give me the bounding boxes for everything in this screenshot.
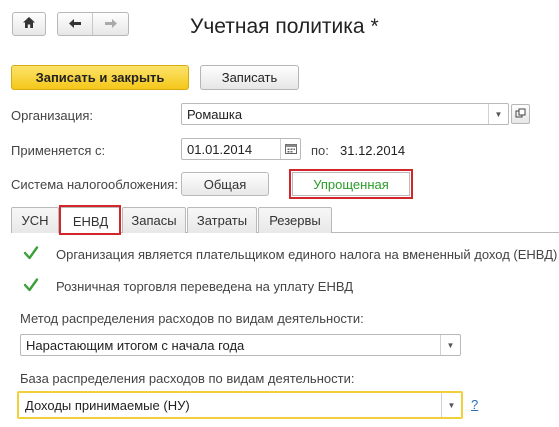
- tax-system-option-general[interactable]: Общая: [181, 172, 269, 196]
- page-title: Учетная политика *: [190, 15, 379, 38]
- tab-usn[interactable]: УСН: [11, 207, 59, 233]
- tab-costs[interactable]: Затраты: [187, 207, 257, 233]
- checkbox-retail-envd[interactable]: [23, 277, 39, 294]
- date-to-value: 31.12.2014: [340, 143, 406, 158]
- chevron-down-icon: ▼: [446, 340, 455, 350]
- arrow-right-icon: [104, 17, 118, 32]
- distribution-base-label: База распределения расходов по видам дея…: [20, 371, 355, 386]
- open-window-icon: [515, 107, 526, 122]
- date-from-field[interactable]: 01.01.2014: [181, 138, 301, 160]
- highlight-simplified: [289, 169, 413, 199]
- chevron-down-icon: ▼: [447, 400, 456, 410]
- checkbox-retail-envd-label: Розничная торговля переведена на уплату …: [56, 279, 354, 294]
- date-from-value: 01.01.2014: [187, 142, 253, 157]
- home-button[interactable]: [12, 12, 46, 36]
- save-and-close-button[interactable]: Записать и закрыть: [11, 65, 189, 90]
- checkbox-envd-payer[interactable]: [23, 245, 39, 262]
- checkbox-row-retail-envd[interactable]: Розничная торговля переведена на уплату …: [23, 277, 354, 294]
- arrow-left-icon: [68, 17, 82, 32]
- distribution-base-value: Доходы принимаемые (НУ): [25, 398, 190, 413]
- organization-value: Ромашка: [187, 107, 243, 122]
- checkbox-row-envd-payer[interactable]: Организация является плательщиком единог…: [23, 245, 558, 262]
- help-link[interactable]: ?: [471, 397, 478, 412]
- forward-button[interactable]: [93, 13, 128, 35]
- organization-label: Организация:: [11, 108, 94, 123]
- period-label: Применяется с:: [11, 143, 106, 158]
- distribution-method-value: Нарастающим итогом с начала года: [26, 338, 245, 353]
- open-organization-button[interactable]: [511, 104, 530, 124]
- home-icon: [22, 16, 36, 32]
- tax-system-label: Система налогообложения:: [11, 177, 178, 192]
- organization-dropdown-button[interactable]: ▼: [488, 104, 508, 124]
- save-button[interactable]: Записать: [200, 65, 299, 90]
- highlight-envd-tab: [59, 205, 121, 235]
- calendar-icon: [284, 143, 297, 156]
- distribution-base-select[interactable]: Доходы принимаемые (НУ) ▼: [17, 391, 463, 419]
- navigation-buttons: [57, 12, 129, 36]
- date-to-label: по:: [311, 143, 329, 158]
- chevron-down-icon: ▼: [494, 109, 503, 119]
- distribution-method-dropdown-button[interactable]: ▼: [440, 335, 460, 355]
- distribution-method-label: Метод распределения расходов по видам де…: [20, 311, 364, 326]
- organization-field[interactable]: Ромашка ▼: [181, 103, 509, 125]
- tab-inventory[interactable]: Запасы: [122, 207, 186, 233]
- calendar-button[interactable]: [280, 139, 300, 159]
- checkbox-envd-payer-label: Организация является плательщиком единог…: [56, 247, 558, 262]
- back-button[interactable]: [58, 13, 94, 35]
- distribution-base-dropdown-button[interactable]: ▼: [441, 393, 461, 417]
- distribution-method-select[interactable]: Нарастающим итогом с начала года ▼: [20, 334, 461, 356]
- tab-reserves[interactable]: Резервы: [258, 207, 332, 233]
